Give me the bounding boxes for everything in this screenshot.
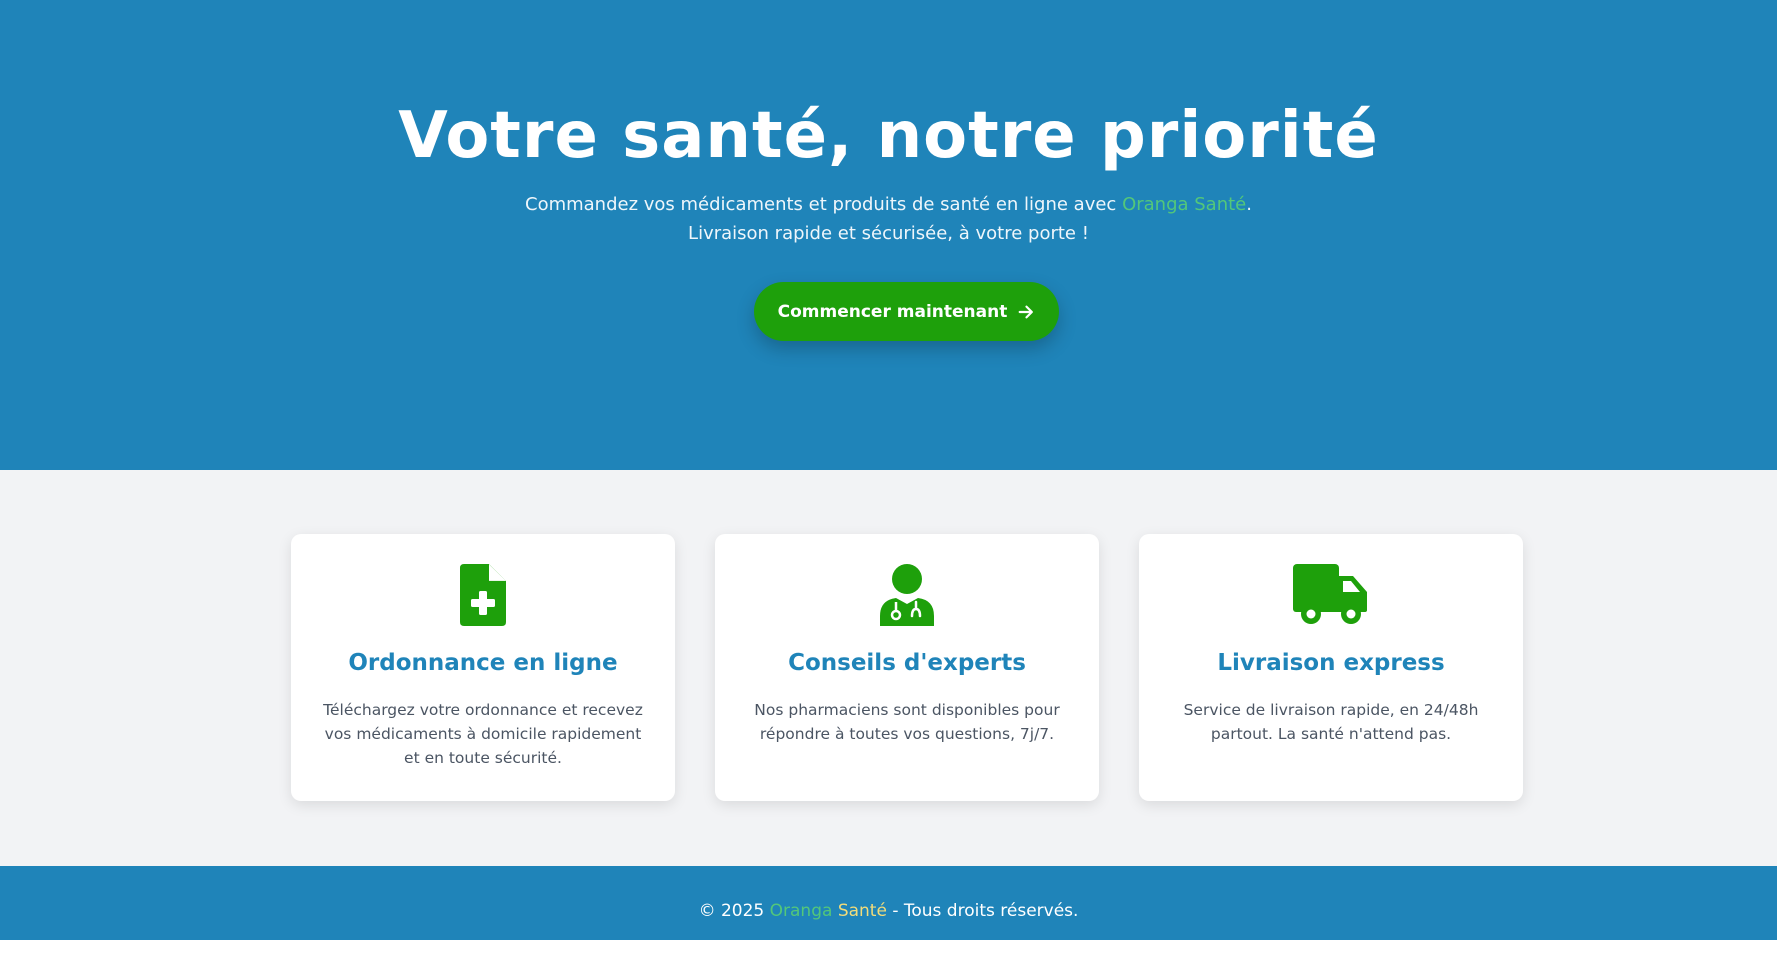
footer-brand-sante: Santé (832, 901, 887, 921)
feature-title: Livraison express (1217, 650, 1445, 676)
feature-description: Service de livraison rapide, en 24/48h p… (1183, 701, 1479, 743)
hero-section: Votre santé, notre priorité Commandez vo… (0, 0, 1777, 470)
feature-card-experts: Conseils d'experts Nos pharmaciens sont … (715, 534, 1099, 801)
start-now-label: Commencer maintenant (777, 301, 1008, 322)
delivery-truck-icon (1293, 564, 1367, 624)
feature-title: Ordonnance en ligne (348, 650, 618, 676)
hero-title: Votre santé, notre priorité (398, 99, 1379, 173)
footer: © 2025 Oranga Santé - Tous droits réserv… (0, 866, 1777, 940)
feature-card-delivery: Livraison express Service de livraison r… (1139, 534, 1523, 801)
feature-description: Nos pharmaciens sont disponibles pour ré… (754, 701, 1060, 743)
start-now-button[interactable]: Commencer maintenant (754, 282, 1059, 341)
feature-card-prescription: Ordonnance en ligne Téléchargez votre or… (291, 534, 675, 801)
hero-subtitle-brand: Oranga Santé (1122, 194, 1247, 215)
footer-brand-oranga: Oranga (769, 901, 833, 921)
arrow-right-icon (1018, 305, 1034, 318)
feature-title: Conseils d'experts (788, 650, 1026, 676)
prescription-file-icon (460, 564, 506, 626)
hero-subtitle: Commandez vos médicaments et produits de… (519, 190, 1259, 248)
hero-subtitle-intro: Commandez vos médicaments et produits de… (525, 194, 1123, 215)
footer-copyright: © 2025 (698, 901, 770, 921)
doctor-icon (880, 564, 934, 626)
features-section: Ordonnance en ligne Téléchargez votre or… (0, 470, 1777, 866)
feature-description: Téléchargez votre ordonnance et recevez … (323, 701, 643, 767)
footer-rights: - Tous droits réservés. (886, 901, 1079, 921)
